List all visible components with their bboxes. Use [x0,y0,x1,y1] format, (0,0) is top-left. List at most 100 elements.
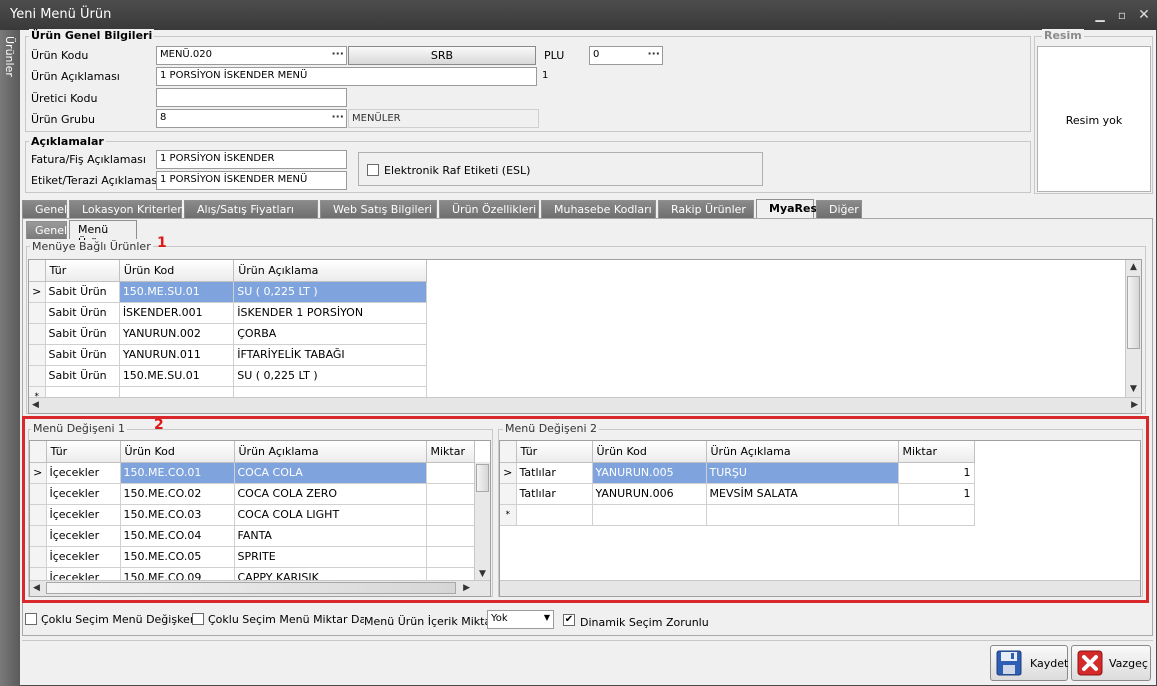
cell-miktar[interactable] [426,462,475,484]
tab-lokasyon[interactable]: Lokasyon Kriterleri [69,200,185,218]
cell-tur[interactable]: Sabit Ürün [45,323,120,345]
column-header[interactable]: Ürün Kod [120,441,235,463]
subtab-genel[interactable]: Genel [26,221,67,239]
column-header[interactable]: Tür [516,441,593,463]
cell-aciklama[interactable]: COCA COLA LIGHT [234,504,427,526]
srb-button[interactable]: SRB [348,46,536,65]
horizontal-scrollbar[interactable]: ◀ ▶ [29,397,1141,413]
cell-kod[interactable]: YANURUN.005 [592,462,707,484]
coklu-secim-checkbox[interactable] [25,613,37,625]
urun-kodu-input[interactable]: MENÜ.020 ··· [156,46,347,65]
table-row[interactable]: Sabit Ürün 150.ME.SU.01 SU ( 0,225 LT ) [29,365,427,387]
cell-tur[interactable]: Sabit Ürün [45,344,120,366]
horizontal-scrollbar[interactable] [500,580,1140,596]
cell-aciklama[interactable]: COCA COLA [234,462,427,484]
horizontal-scrollbar[interactable]: ◀ ▶ [30,580,490,596]
cell-miktar[interactable]: 1 [898,462,975,484]
scroll-thumb[interactable] [1127,276,1140,349]
scroll-left-icon[interactable]: ◀ [32,400,39,410]
column-header[interactable]: Tür [46,441,121,463]
cell-aciklama[interactable]: İSKENDER 1 PORSİYON [233,302,427,324]
scroll-thumb[interactable] [46,582,456,594]
lookup-ellipsis-icon[interactable]: ··· [331,47,344,60]
vertical-scrollbar[interactable]: ▼ [474,462,490,582]
subtab-menu-urun[interactable]: Menü Ürün [69,220,137,249]
cell-aciklama[interactable]: İFTARİYELİK TABAĞI [233,344,427,366]
cell-tur[interactable]: İçecekler [46,504,121,526]
cell-kod[interactable]: 150.ME.SU.01 [119,365,235,387]
cell-aciklama[interactable]: ÇORBA [233,323,427,345]
uretici-kodu-input[interactable] [156,88,347,107]
column-header[interactable]: Miktar [898,441,975,463]
plu-input[interactable]: 0 ··· [589,46,663,65]
cell-aciklama[interactable]: SU ( 0,225 LT ) [233,365,427,387]
table-row[interactable]: İçecekler 150.ME.CO.04 FANTA [30,525,475,547]
column-header[interactable]: Tür [45,260,120,282]
cell-tur[interactable]: Sabit Ürün [45,365,120,387]
cell-aciklama[interactable]: MEVSİM SALATA [706,483,899,505]
cell-aciklama[interactable]: FANTA [234,525,427,547]
vazgec-button[interactable]: Vazgeç [1071,645,1151,681]
cell-tur[interactable]: Sabit Ürün [45,281,120,303]
column-header[interactable]: Ürün Açıklama [234,441,427,463]
cell-kod[interactable]: 150.ME.CO.05 [120,546,235,568]
cell-aciklama[interactable]: SU ( 0,225 LT ) [233,281,427,303]
maximize-icon[interactable]: ▫ [1113,6,1131,24]
esl-checkbox[interactable] [367,164,379,176]
cell-tur[interactable]: Tatlılar [516,462,593,484]
image-placeholder[interactable]: Resim yok [1037,46,1151,192]
vertical-scrollbar[interactable]: ▲ ▼ [1125,260,1141,397]
table-row[interactable]: > İçecekler 150.ME.CO.01 COCA COLA [30,462,475,484]
cell-tur[interactable]: İçecekler [46,483,121,505]
fatura-input[interactable]: 1 PORSİYON İSKENDER [156,150,347,169]
cell-kod[interactable]: YANURUN.002 [119,323,235,345]
table-row[interactable]: İçecekler 150.ME.CO.05 SPRITE [30,546,475,568]
cell-empty[interactable] [898,504,975,526]
column-header[interactable]: Ürün Kod [592,441,707,463]
table-row[interactable]: İçecekler 150.ME.CO.02 COCA COLA ZERO [30,483,475,505]
tab-alis-satis[interactable]: Alış/Satış Fiyatları [184,200,318,218]
new-row[interactable]: * [500,504,975,526]
urun-grubu-input[interactable]: 8 ··· [156,109,347,128]
icerik-miktar-select[interactable]: Yok ▼ [487,610,554,629]
table-row[interactable]: Sabit Ürün İSKENDER.001 İSKENDER 1 PORSİYO… [29,302,427,324]
column-header[interactable]: Ürün Kod [119,260,235,282]
cell-kod[interactable]: 150.ME.CO.02 [120,483,235,505]
cell-kod[interactable]: İSKENDER.001 [119,302,235,324]
close-icon[interactable]: ✕ [1135,6,1153,24]
coklu-miktar-checkbox[interactable] [192,613,204,625]
table-row[interactable]: Tatlılar YANURUN.006 MEVSİM SALATA 1 [500,483,975,505]
cell-miktar[interactable] [426,546,475,568]
cell-empty[interactable] [706,504,899,526]
table-row[interactable]: Sabit Ürün YANURUN.002 ÇORBA [29,323,427,345]
scroll-down-icon[interactable]: ▼ [1126,384,1141,394]
tab-diger[interactable]: Diğer [816,200,862,218]
table-row[interactable]: Sabit Ürün YANURUN.011 İFTARİYELİK TABAĞI [29,344,427,366]
side-tab-urunler[interactable]: Ürünler [0,30,20,686]
cell-tur[interactable]: İçecekler [46,546,121,568]
scroll-thumb[interactable] [476,464,489,492]
table-row[interactable]: > Sabit Ürün 150.ME.SU.01 SU ( 0,225 LT ) [29,281,427,303]
urun-aciklama-input[interactable]: 1 PORSİYON İSKENDER MENÜ [156,67,537,86]
degisken2-grid[interactable]: Tür Ürün Kod Ürün Açıklama Miktar > Tatlılar… [499,440,1141,597]
cell-kod[interactable]: YANURUN.006 [592,483,707,505]
cell-kod[interactable]: 150.ME.CO.04 [120,525,235,547]
table-row[interactable]: > Tatlılar YANURUN.005 TURŞU 1 [500,462,975,484]
cell-empty[interactable] [516,504,593,526]
cell-miktar[interactable]: 1 [898,483,975,505]
scroll-down-icon[interactable]: ▼ [475,569,490,579]
cell-kod[interactable]: YANURUN.011 [119,344,235,366]
scroll-left-icon[interactable]: ◀ [33,583,40,593]
tab-muhasebe[interactable]: Muhasebe Kodları [541,200,656,218]
cell-miktar[interactable] [426,504,475,526]
plu-ellipsis-icon[interactable]: ··· [647,47,660,60]
etiket-input[interactable]: 1 PORSİYON İSKENDER MENÜ [156,171,347,190]
minimize-icon[interactable]: ▁ [1091,6,1109,24]
menuye-bagli-grid[interactable]: Tür Ürün Kod Ürün Açıklama > Sabit Ürün 150.… [28,259,1142,414]
column-header[interactable]: Miktar [426,441,475,463]
tab-web-satis[interactable]: Web Satış Bilgileri [320,200,437,218]
tab-urun-ozellikleri[interactable]: Ürün Özellikleri [439,200,539,218]
tab-myares[interactable]: MyaRes [756,199,817,219]
scroll-right-icon[interactable]: ▶ [1131,400,1138,410]
tab-rakip[interactable]: Rakip Ürünler [658,200,754,218]
